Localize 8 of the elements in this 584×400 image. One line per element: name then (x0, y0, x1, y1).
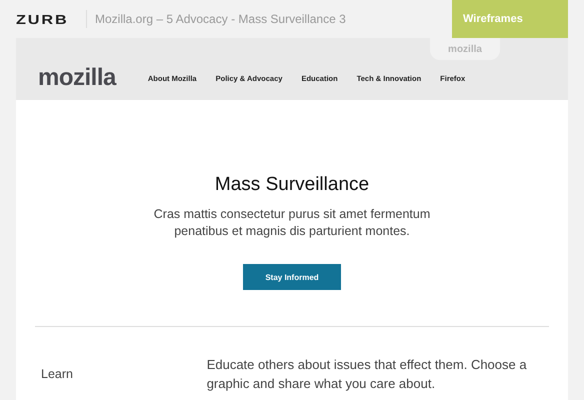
document-title: Mozilla.org – 5 Advocacy - Mass Surveillance 3 (95, 12, 346, 26)
section-label: Learn (40, 366, 74, 383)
hero-text: Cras mattis consectetur purus sit amet fermentum penatibus et magnis dis parturient montes. (152, 206, 432, 240)
wireframes-badge: Wireframes (452, 0, 568, 38)
hero-title: Mass Surveillance (214, 173, 370, 196)
mozilla-logo[interactable]: mozilla (38, 64, 116, 92)
stay-informed-button[interactable]: Stay Informed (243, 264, 341, 290)
section-text: Educate others about issues that effect them. Choose a graphic and share what you care about. (206, 356, 528, 393)
